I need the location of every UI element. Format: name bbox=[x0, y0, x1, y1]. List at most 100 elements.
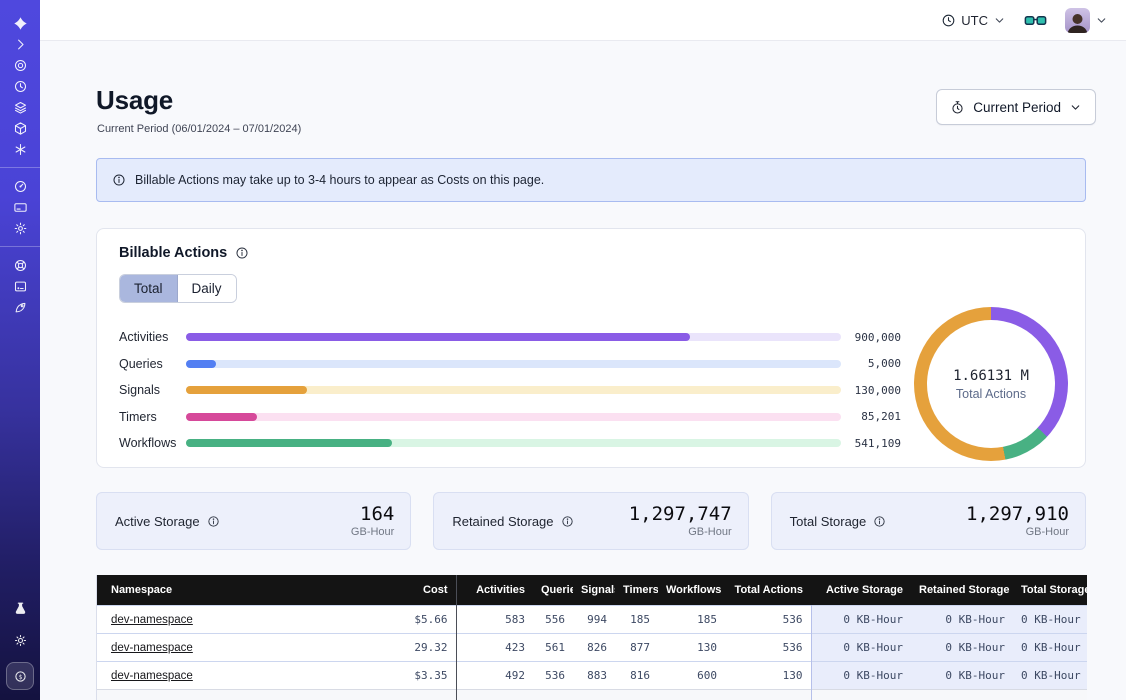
tab-daily[interactable]: Daily bbox=[178, 275, 236, 302]
column-header: Retained Storage bbox=[911, 575, 1013, 606]
table-cell: 600 bbox=[658, 662, 725, 690]
topbar: UTC bbox=[40, 0, 1126, 41]
table-cell-value: 536 bbox=[783, 613, 803, 626]
storage-summary-row: Active Storage 164 GB-Hour Retained Stor… bbox=[96, 492, 1086, 550]
table-cell: 0 KB-Hour bbox=[811, 634, 911, 662]
total-storage-card: Total Storage 1,297,910 GB-Hour bbox=[771, 492, 1086, 550]
feedback-glasses-icon[interactable] bbox=[1024, 13, 1047, 28]
namespace-usage-table: NamespaceCostActivitiesQueriesSignalsTim… bbox=[96, 575, 1086, 700]
stopwatch-icon bbox=[950, 100, 965, 115]
table-cell: 0 KB-Hour bbox=[1013, 634, 1087, 662]
period-selector-button[interactable]: Current Period bbox=[936, 89, 1096, 125]
column-header: Total Storage bbox=[1013, 575, 1087, 606]
bar-value: 900,000 bbox=[841, 331, 901, 344]
info-icon[interactable] bbox=[561, 515, 574, 528]
bar-row: Queries5,000 bbox=[119, 351, 901, 378]
table-cell-value: 561 bbox=[545, 641, 565, 654]
table-cell: 561 bbox=[533, 634, 573, 662]
table-cell-value: 0 KB-Hour bbox=[945, 669, 1005, 682]
table-cell: $5.66 bbox=[362, 606, 456, 634]
namespace-link[interactable]: dev-namespace bbox=[111, 670, 193, 682]
table-cell-value: 0 KB-Hour bbox=[1021, 641, 1081, 654]
table-cell-value: $5.66 bbox=[414, 613, 447, 626]
bar-label: Signals bbox=[119, 383, 186, 397]
sidebar-item-docs[interactable] bbox=[9, 276, 31, 296]
table-cell: 0 KB-Hour bbox=[811, 662, 911, 690]
sidebar-item-usage[interactable] bbox=[9, 176, 31, 196]
deployments-icon bbox=[13, 121, 28, 136]
table-cell: 492 bbox=[456, 662, 533, 690]
table-cell: dev-namespace bbox=[97, 606, 362, 634]
bar-label: Queries bbox=[119, 357, 186, 371]
table-cell: 0 KB-Hour bbox=[911, 606, 1013, 634]
billable-actions-card: Billable Actions Total Daily Activities 9… bbox=[96, 228, 1086, 468]
namespace-link[interactable]: dev-namespace bbox=[111, 614, 193, 626]
table-cell-value: 0 KB-Hour bbox=[1021, 669, 1081, 682]
table-cell: 130 bbox=[658, 634, 725, 662]
bar-label: Activities bbox=[119, 330, 186, 344]
table-cell: 536 bbox=[725, 634, 811, 662]
bar-fill bbox=[186, 386, 307, 394]
bar-fill bbox=[186, 439, 392, 447]
table-cell-value: 0 KB-Hour bbox=[945, 641, 1005, 654]
column-header: Timers bbox=[615, 575, 658, 606]
sidebar-item-getting-started[interactable] bbox=[9, 297, 31, 317]
chevron-down-icon bbox=[1069, 101, 1082, 114]
sidebar-item-labs[interactable] bbox=[9, 598, 31, 618]
table-cell: 423 bbox=[456, 634, 533, 662]
table-cell: 0 KB-Hour bbox=[1013, 662, 1087, 690]
timezone-selector[interactable]: UTC bbox=[941, 13, 1006, 28]
active-storage-card: Active Storage 164 GB-Hour bbox=[96, 492, 411, 550]
storage-card-unit: GB-Hour bbox=[351, 526, 394, 539]
settings-icon bbox=[13, 221, 28, 236]
namespace-link[interactable]: dev-namespace bbox=[111, 642, 193, 654]
donut-total-value: 1.66131 M bbox=[953, 368, 1029, 384]
bar-fill bbox=[186, 333, 690, 341]
info-icon[interactable] bbox=[873, 515, 886, 528]
table-cell: 536 bbox=[533, 662, 573, 690]
sidebar-item-temporal-logo[interactable] bbox=[9, 13, 31, 33]
column-header: Cost bbox=[362, 575, 456, 606]
bar-value: 130,000 bbox=[841, 384, 901, 397]
table-cell: 583 bbox=[456, 606, 533, 634]
info-icon[interactable] bbox=[235, 246, 249, 260]
sidebar-item-pricing[interactable]: $ bbox=[6, 662, 34, 690]
storage-card-value: 1,297,910 bbox=[966, 504, 1069, 526]
table-cell: 826 bbox=[573, 634, 615, 662]
bar-fill bbox=[186, 413, 257, 421]
chevron-down-icon bbox=[1095, 14, 1108, 27]
table-header-row: NamespaceCostActivitiesQueriesSignalsTim… bbox=[97, 575, 1087, 606]
info-banner: Billable Actions may take up to 3-4 hour… bbox=[96, 158, 1086, 202]
info-icon[interactable] bbox=[207, 515, 220, 528]
table-cell-value: 185 bbox=[697, 613, 717, 626]
donut-total-label: Total Actions bbox=[956, 387, 1026, 401]
table-row: dev-namespace$3.354925368838166001300 KB… bbox=[97, 662, 1087, 690]
table-row: dev-namespace29.324235618268771305360 KB… bbox=[97, 634, 1087, 662]
sidebar-item-schedules[interactable] bbox=[9, 76, 31, 96]
storage-card-unit: GB-Hour bbox=[1026, 526, 1069, 539]
column-header: Active Storage bbox=[811, 575, 911, 606]
sidebar-item-expand[interactable] bbox=[9, 34, 31, 54]
sidebar-item-settings[interactable] bbox=[9, 218, 31, 238]
tab-total[interactable]: Total bbox=[120, 275, 178, 302]
billable-actions-title: Billable Actions bbox=[119, 245, 227, 261]
sidebar-item-theme[interactable] bbox=[9, 630, 31, 650]
table-cell-value: 130 bbox=[783, 669, 803, 682]
table-cell: 883 bbox=[573, 662, 615, 690]
sidebar-item-namespaces[interactable] bbox=[9, 55, 31, 75]
sidebar-item-layers[interactable] bbox=[9, 97, 31, 117]
table-cell-value: 0 KB-Hour bbox=[843, 613, 903, 626]
interactions-icon bbox=[13, 142, 28, 157]
period-selector-label: Current Period bbox=[973, 100, 1061, 115]
retained-storage-card: Retained Storage 1,297,747 GB-Hour bbox=[433, 492, 748, 550]
sidebar-item-deployments[interactable] bbox=[9, 118, 31, 138]
sidebar-divider bbox=[0, 246, 40, 247]
table-cell: 0 KB-Hour bbox=[911, 662, 1013, 690]
sidebar-item-interactions[interactable] bbox=[9, 139, 31, 159]
sidebar-item-billing[interactable] bbox=[9, 197, 31, 217]
table-cell: 994 bbox=[573, 606, 615, 634]
table-cell-value: 816 bbox=[630, 669, 650, 682]
sidebar-item-support[interactable] bbox=[9, 255, 31, 275]
schedules-icon bbox=[13, 79, 28, 94]
user-menu[interactable] bbox=[1065, 8, 1108, 33]
